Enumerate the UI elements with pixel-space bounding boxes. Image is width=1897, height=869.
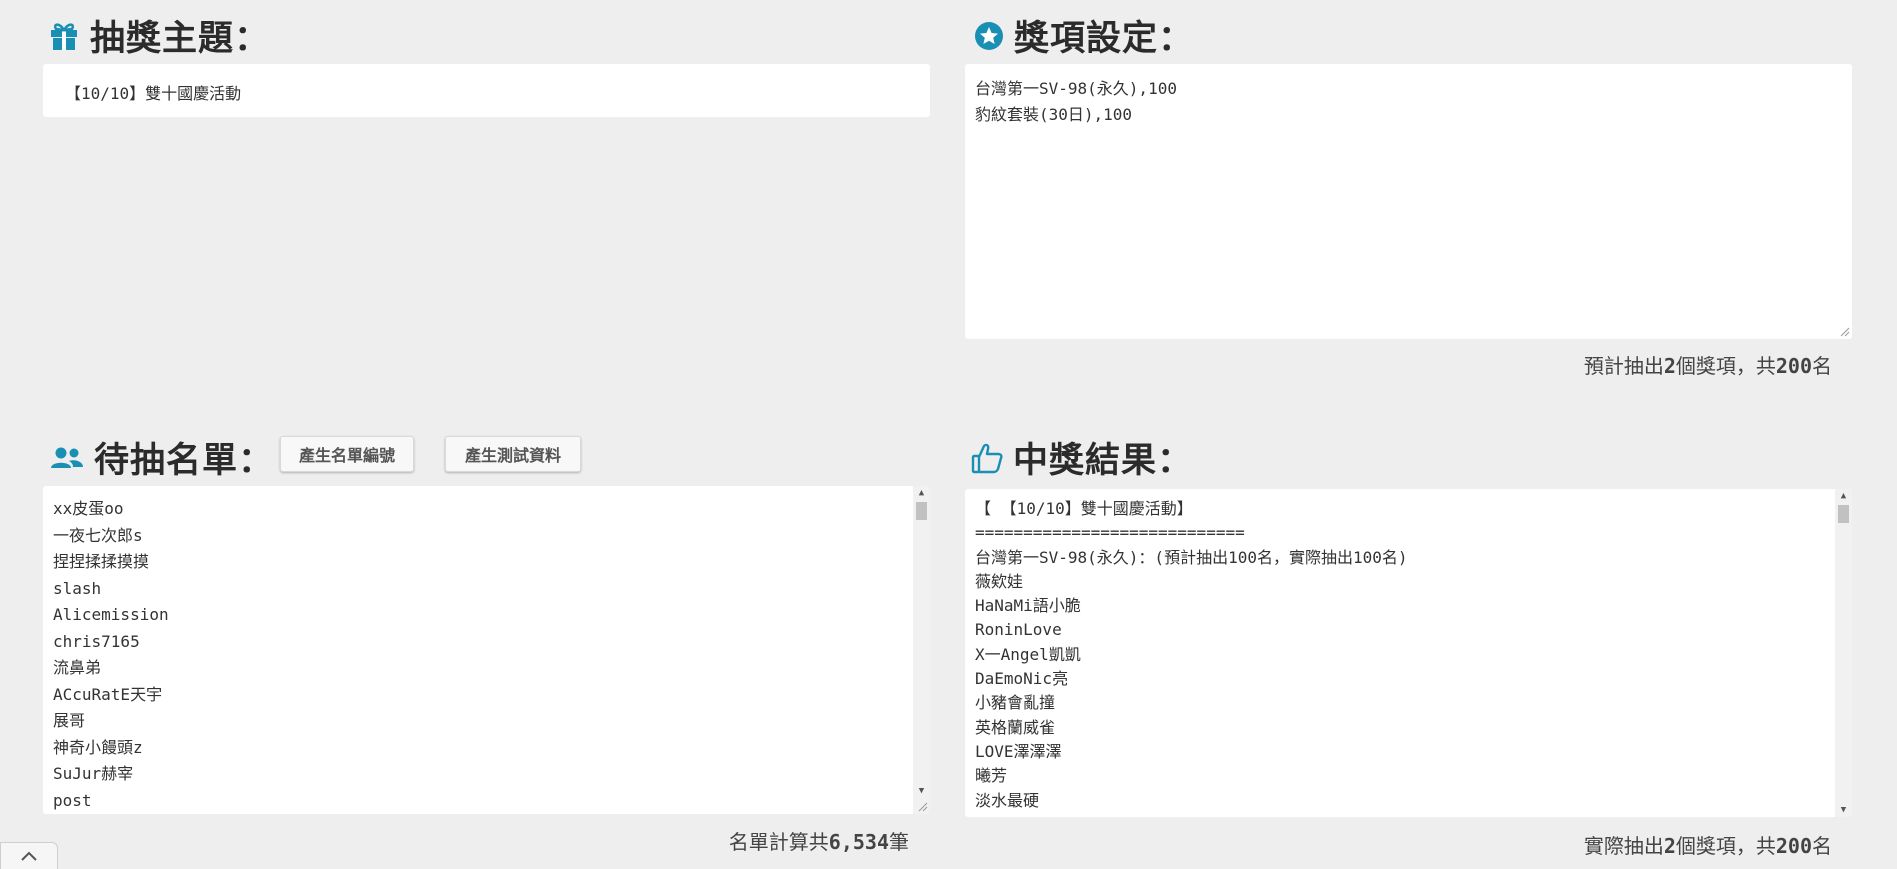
- prizes-textarea[interactable]: 台灣第一SV-98(永久),100 豹紋套裝(30日),100: [965, 64, 1852, 339]
- candidate-line: Alicemission: [53, 605, 169, 624]
- results-heading: 中獎結果：: [971, 432, 1193, 483]
- result-line: X一Angel凱凱: [975, 644, 1081, 664]
- result-line: ============================: [975, 523, 1245, 543]
- result-line: DaEmoNic亮: [975, 669, 1069, 689]
- results-scrollbar[interactable]: ▲ ▼: [1835, 489, 1852, 817]
- candidate-line: SuJur赫宰: [53, 764, 134, 783]
- scroll-down-arrow-icon[interactable]: ▼: [1835, 803, 1852, 817]
- candidates-count: 名單計算共6,534筆: [728, 830, 909, 854]
- result-line: 【 【10/10】雙十國慶活動】: [975, 499, 1193, 518]
- result-line: 小豬會亂撞: [975, 693, 1056, 713]
- result-line: 曦芳: [975, 766, 1008, 786]
- result-line: LOVE澤澤澤: [975, 741, 1062, 761]
- candidates-scrollbar[interactable]: ▲ ▼: [913, 486, 930, 814]
- candidate-line: chris7165: [53, 631, 140, 651]
- thumbs-up-icon: [971, 442, 1003, 474]
- candidate-line: 展哥: [53, 711, 86, 730]
- star-icon: [974, 21, 1004, 51]
- resize-grip-icon[interactable]: [916, 800, 928, 812]
- result-line: 台灣第一SV-98(永久)：(預計抽出100名，實際抽出100名): [975, 547, 1408, 567]
- result-line: 薇欸娃: [975, 571, 1024, 591]
- gift-icon: [48, 21, 80, 51]
- result-line: 淡水最硬: [975, 790, 1040, 810]
- generate-numbers-button[interactable]: 產生名單編號: [280, 436, 414, 472]
- result-line: 英格蘭威雀: [975, 717, 1056, 737]
- results-title: 中獎結果：: [1013, 441, 1194, 481]
- candidate-line: 神奇小饅頭z: [53, 737, 143, 757]
- generate-test-data-button[interactable]: 產生測試資料: [445, 436, 581, 472]
- topic-value: 【10/10】雙十國慶活動: [65, 84, 242, 103]
- prize-line: 台灣第一SV-98(永久),100: [975, 79, 1177, 98]
- candidate-line: post: [53, 790, 92, 810]
- candidate-line: xx皮蛋oo: [53, 499, 124, 518]
- scrollbar-thumb[interactable]: [916, 502, 927, 520]
- candidates-textarea[interactable]: xx皮蛋oo 一夜七次郎s 捏捏揉揉摸摸 slash Alicemission …: [43, 486, 930, 814]
- candidate-line: 流鼻弟: [53, 658, 102, 677]
- candidate-line: 捏捏揉揉摸摸: [53, 552, 150, 571]
- candidates-heading: 待抽名單：: [50, 432, 274, 483]
- chevron-up-icon: [21, 851, 37, 861]
- topic-heading: 抽獎主題：: [48, 10, 270, 61]
- back-to-top-button[interactable]: [0, 842, 58, 869]
- candidates-title: 待抽名單：: [94, 441, 275, 481]
- candidate-line: slash: [53, 578, 102, 598]
- candidate-line: 一夜七次郎s: [53, 525, 143, 545]
- resize-grip-icon[interactable]: [1838, 325, 1850, 337]
- results-summary: 實際抽出2個獎項，共200名: [1583, 834, 1832, 858]
- prizes-title: 獎項設定：: [1014, 19, 1195, 59]
- topic-input[interactable]: 【10/10】雙十國慶活動: [43, 64, 930, 117]
- scrollbar-thumb[interactable]: [1838, 505, 1849, 523]
- prize-line: 豹紋套裝(30日),100: [975, 105, 1133, 124]
- scroll-up-arrow-icon[interactable]: ▲: [913, 486, 930, 500]
- users-icon: [50, 444, 84, 472]
- scroll-up-arrow-icon[interactable]: ▲: [1835, 489, 1852, 503]
- prizes-summary: 預計抽出2個獎項，共200名: [1583, 354, 1832, 378]
- result-line: HaNaMi語小脆: [975, 596, 1081, 616]
- topic-title: 抽獎主題：: [90, 19, 271, 59]
- results-textarea[interactable]: 【 【10/10】雙十國慶活動】 =======================…: [965, 489, 1852, 817]
- prizes-heading: 獎項設定：: [974, 10, 1194, 61]
- scroll-down-arrow-icon[interactable]: ▼: [913, 784, 930, 798]
- result-line: RoninLove: [975, 620, 1062, 640]
- candidate-line: ACcuRatE天宇: [53, 684, 163, 704]
